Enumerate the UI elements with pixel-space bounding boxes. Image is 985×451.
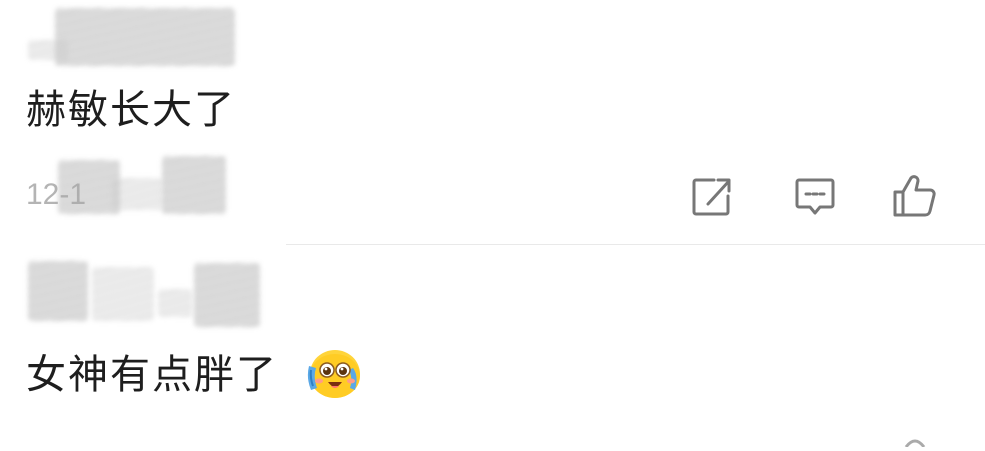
redacted-username <box>92 267 154 321</box>
redacted-username <box>158 289 192 317</box>
comment-text: 赫敏长大了 <box>26 87 236 133</box>
redacted-timestamp <box>162 156 226 214</box>
share-icon <box>692 178 731 216</box>
like-button[interactable] <box>890 172 938 220</box>
redacted-username <box>194 263 260 327</box>
reply-button[interactable] <box>791 172 839 220</box>
partial-icon-edge <box>904 432 926 448</box>
redacted-username <box>55 8 235 66</box>
comment-item: 赫敏长大了 12-1 <box>0 0 985 245</box>
comment-item: 女神有点胖了 <box>0 245 985 440</box>
share-button[interactable] <box>688 172 736 220</box>
redacted-username <box>28 261 88 321</box>
comment-icon <box>795 178 835 215</box>
redacted-timestamp <box>112 178 162 210</box>
redacted-username-edge <box>28 40 68 60</box>
comment-text: 女神有点胖了 <box>26 352 278 398</box>
blushing-face-emoji <box>303 346 363 400</box>
thumbs-up-icon <box>893 175 936 217</box>
redacted-timestamp <box>58 160 120 214</box>
